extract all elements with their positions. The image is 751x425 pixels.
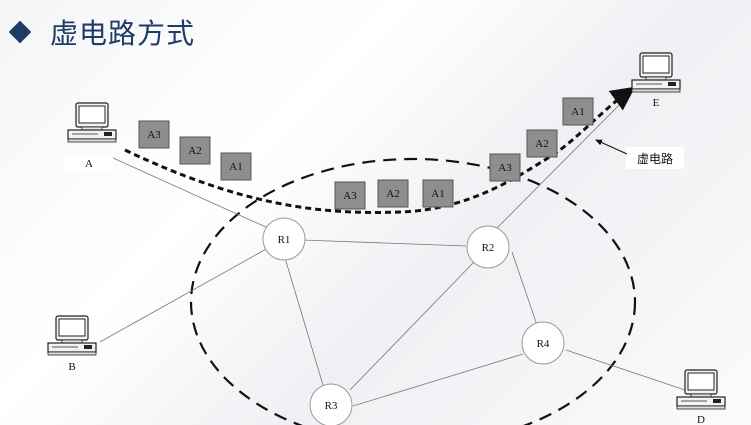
packet-label: A2 [386,188,399,200]
router-r2: R2 [466,225,510,269]
computer-b-icon [47,315,97,356]
computer-a-icon [67,102,117,143]
link-r2-r3 [349,261,475,391]
packet-group-source: A3 A2 A1 [138,120,252,181]
host-d-label: D [697,414,705,425]
packet-label: A1 [431,188,444,200]
host-e-label: E [653,97,660,109]
router-r2-label: R2 [482,242,495,254]
packet-label: A3 [498,162,512,174]
packet-group-destination: A3 A2 A1 [489,97,594,182]
router-r1-label: R1 [278,234,291,246]
packet-label: A2 [535,138,548,150]
link-r1-r3 [284,257,324,386]
network-diagram: R1 R2 R3 R4 A B E D A3 A2 A1 A3 A2 A1 A3… [47,52,726,425]
host-e: E [631,52,681,109]
callout-arrow-icon [595,139,628,155]
packet-label: A1 [571,106,584,118]
virtual-circuit-label: 虚电路 [637,151,673,166]
packet-group-middle: A3 A2 A1 [334,179,454,210]
router-r1: R1 [262,217,306,261]
links [99,87,686,407]
router-r4-label: R4 [537,338,550,350]
link-b-r1 [99,247,269,343]
packet-label: A3 [147,129,161,141]
host-a: A [65,102,117,172]
link-r3-r4 [352,353,524,407]
packet-label: A3 [343,190,357,202]
virtual-circuit-callout: 虚电路 [595,139,684,169]
packet-label: A2 [188,145,201,157]
host-a-label: A [85,158,93,170]
link-r2-r4 [511,251,538,326]
host-b: B [47,315,97,373]
packet-label: A1 [229,161,242,173]
link-r4-d [565,349,686,391]
router-r3-label: R3 [325,400,338,412]
router-r3: R3 [309,383,353,425]
computer-e-icon [631,52,681,93]
link-r1-r2 [301,239,467,247]
host-d: D [676,369,726,425]
host-b-label: B [68,361,75,373]
router-r4: R4 [521,321,565,365]
